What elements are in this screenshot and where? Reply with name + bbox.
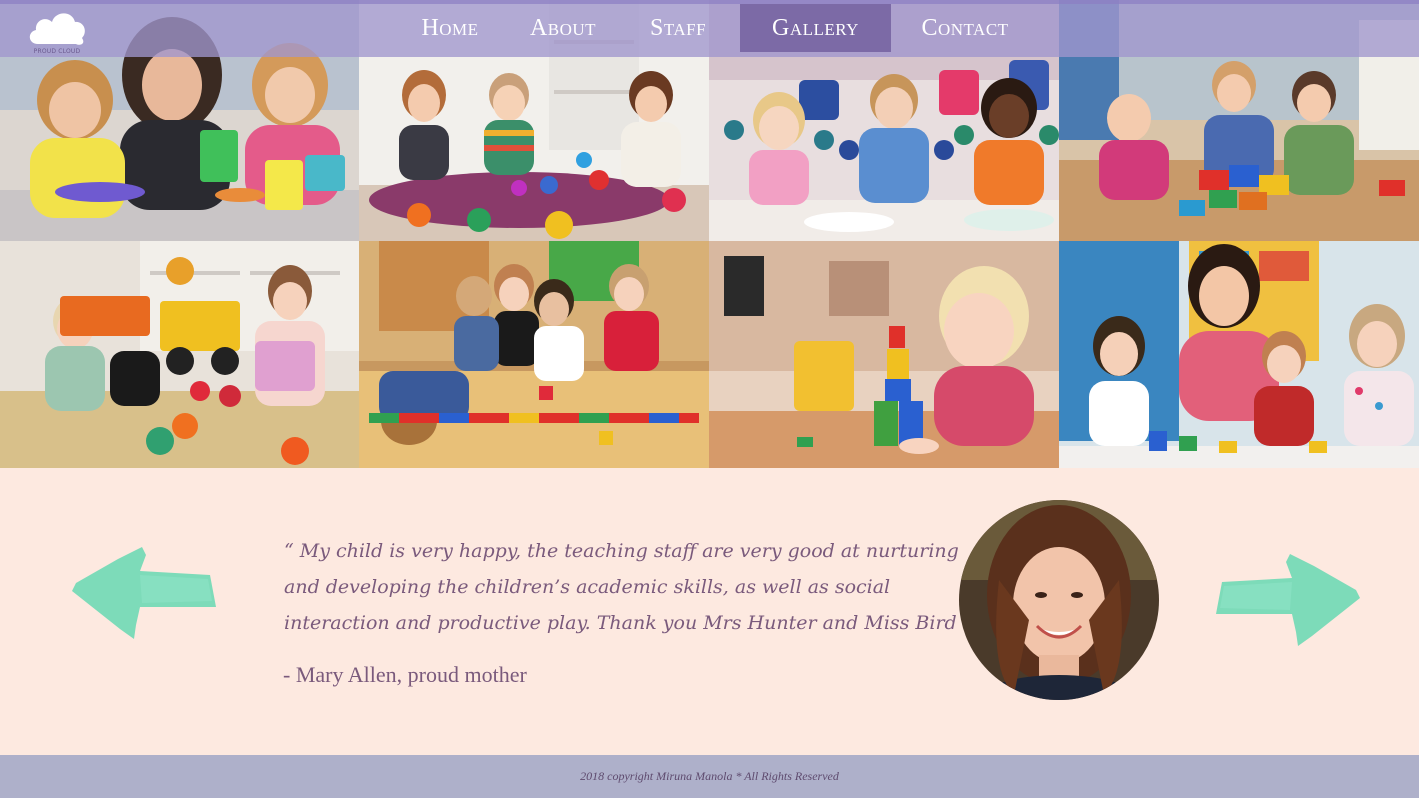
- cloud-icon: [29, 13, 85, 45]
- footer-copyright: 2018 copyright Miruna Manola * All Right…: [580, 769, 839, 783]
- brand-logo-text: PROUD CLOUD: [33, 48, 81, 55]
- page-footer: 2018 copyright Miruna Manola * All Right…: [0, 755, 1419, 798]
- testimonial-quote: “ My child is very happy, the teaching s…: [284, 533, 973, 641]
- gallery-photo-8[interactable]: [1059, 241, 1419, 468]
- babies-with-toy-truck-icon: [0, 241, 359, 468]
- testimonial-author: - Mary Allen, proud mother: [283, 662, 527, 687]
- gallery-photo-7[interactable]: [709, 241, 1059, 468]
- nav-contact[interactable]: Contact: [908, 4, 1022, 52]
- children-with-block-track-icon: [359, 241, 709, 468]
- nav-staff[interactable]: Staff: [640, 4, 716, 52]
- next-testimonial-button[interactable]: [1216, 552, 1362, 648]
- child-stacking-blocks-icon: [709, 241, 1059, 468]
- gallery-photo-5[interactable]: [0, 241, 359, 468]
- quote-line-2: and developing the children’s academic s…: [284, 576, 891, 598]
- brand-logo[interactable]: PROUD CLOUD: [26, 8, 88, 56]
- top-nav-bar: PROUD CLOUD Home About Staff Gallery Con…: [0, 0, 1419, 57]
- teacher-painting-with-kids-icon: [1059, 241, 1419, 468]
- arrow-left-icon: [72, 547, 216, 639]
- nav-home[interactable]: Home: [408, 4, 492, 52]
- quote-line-3: interaction and productive play. Thank y…: [284, 612, 973, 634]
- arrow-right-icon: [1216, 554, 1360, 646]
- woman-portrait-icon: [959, 500, 1159, 700]
- nav-gallery[interactable]: Gallery: [740, 4, 891, 52]
- gallery-photo-6[interactable]: [359, 241, 709, 468]
- nav-about[interactable]: About: [518, 4, 608, 52]
- photo-gallery: [0, 0, 1419, 468]
- prev-testimonial-button[interactable]: [70, 545, 216, 641]
- author-avatar: [959, 500, 1159, 700]
- quote-line-1: “ My child is very happy, the teaching s…: [284, 540, 959, 562]
